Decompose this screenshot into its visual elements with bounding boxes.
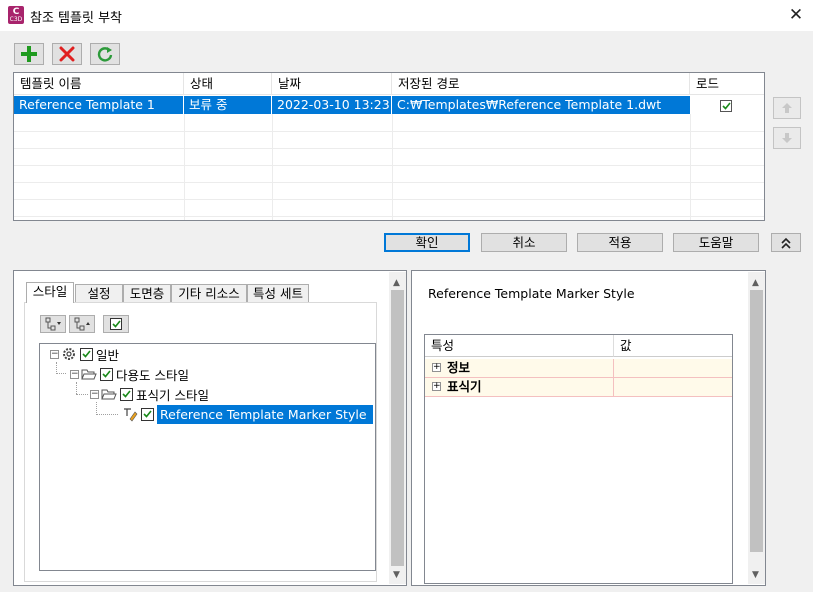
double-chevron-up-icon (781, 237, 791, 249)
check-icon (111, 320, 121, 328)
tab-settings[interactable]: 설정 (75, 284, 123, 302)
scrollbar-thumb[interactable] (750, 290, 763, 552)
plus-icon (21, 46, 37, 62)
checkbox[interactable] (141, 407, 154, 421)
scrollbar-thumb[interactable] (391, 290, 404, 566)
check-icon (143, 410, 152, 418)
remove-template-button[interactable] (52, 43, 82, 65)
up-arrow-icon (782, 103, 792, 113)
tab-styles[interactable]: 스타일 (26, 282, 74, 303)
collapse-node-icon[interactable]: − (70, 369, 79, 379)
move-down-button[interactable] (773, 127, 801, 149)
tree-node-multipurpose-styles[interactable]: − 다용도 스타일 (70, 365, 189, 383)
tab-strip: 스타일 설정 도면층 기타 리소스 특성 세트 (24, 282, 376, 303)
check-all-button[interactable] (103, 315, 129, 333)
col-header-date[interactable]: 날짜 (272, 73, 392, 95)
down-arrow-icon (782, 133, 792, 143)
ok-button[interactable]: 확인 (384, 233, 470, 252)
style-tree: − 일반 − 다용도 스타일 − 표식기 스타일 Reference Templ… (39, 343, 376, 571)
col-header-saved-path[interactable]: 저장된 경로 (392, 73, 690, 95)
check-icon (122, 390, 131, 398)
collapse-all-button[interactable] (69, 315, 95, 333)
col-header-property[interactable]: 특성 (425, 335, 614, 357)
checkbox[interactable] (120, 387, 133, 401)
tree-node-label: 일반 (96, 347, 120, 363)
tab-layers[interactable]: 도면층 (123, 284, 171, 302)
col-header-template-name[interactable]: 템플릿 이름 (14, 73, 184, 95)
expand-node-icon[interactable]: + (432, 363, 441, 372)
tree-node-marker-styles[interactable]: − 표식기 스타일 (90, 385, 209, 403)
tab-property-sets[interactable]: 특성 세트 (247, 284, 309, 302)
marker-style-icon (124, 408, 138, 422)
collapse-node-icon[interactable]: − (50, 349, 59, 359)
cell-saved-path[interactable]: C:₩Templates₩Reference Template 1.dwt (392, 96, 690, 114)
scroll-up-icon[interactable]: ▲ (752, 278, 759, 288)
checkbox[interactable] (100, 367, 113, 381)
folder-open-icon (101, 389, 117, 400)
left-panel-scrollbar[interactable]: ▲ ▼ (389, 272, 406, 584)
close-icon[interactable]: ✕ (784, 3, 808, 27)
scroll-down-icon[interactable]: ▼ (393, 570, 400, 580)
refresh-button[interactable] (90, 43, 120, 65)
cancel-button[interactable]: 취소 (481, 233, 567, 252)
window-title: 참조 템플릿 부착 (30, 11, 122, 26)
col-header-value[interactable]: 값 (614, 335, 732, 357)
expand-node-icon[interactable]: + (432, 382, 441, 391)
gear-icon (63, 348, 75, 360)
tree-node-label-selected: Reference Template Marker Style (157, 404, 373, 424)
folder-open-icon (81, 369, 97, 380)
expand-all-button[interactable] (40, 315, 66, 333)
scroll-down-icon[interactable]: ▼ (752, 570, 759, 580)
red-x-icon (59, 46, 75, 62)
property-grid: 특성 값 + 정보 + 표식기 (424, 334, 733, 584)
check-icon (102, 370, 111, 378)
property-row-marker[interactable]: + 표식기 (425, 378, 732, 397)
collapse-button[interactable] (771, 233, 801, 252)
col-header-status[interactable]: 상태 (184, 73, 272, 95)
title-bar: C C3D 참조 템플릿 부착 ✕ (0, 0, 813, 31)
scroll-up-icon[interactable]: ▲ (393, 278, 400, 288)
right-panel-scrollbar[interactable]: ▲ ▼ (748, 272, 765, 584)
tab-other-resources[interactable]: 기타 리소스 (171, 284, 247, 302)
cell-date[interactable]: 2022-03-10 13:23:51 (272, 96, 392, 114)
collapse-tree-icon (74, 317, 90, 331)
refresh-icon (97, 47, 113, 62)
check-icon (721, 102, 731, 110)
tree-node-label: 다용도 스타일 (116, 367, 189, 383)
property-label: 표식기 (447, 379, 482, 394)
property-row-info[interactable]: + 정보 (425, 359, 732, 378)
apply-button[interactable]: 적용 (577, 233, 663, 252)
move-up-button[interactable] (773, 97, 801, 119)
tree-node-general[interactable]: − 일반 (50, 345, 119, 363)
check-icon (82, 350, 91, 358)
load-checkbox[interactable] (720, 99, 732, 113)
help-button[interactable]: 도움말 (673, 233, 759, 252)
col-header-load[interactable]: 로드 (690, 73, 764, 95)
cell-template-name[interactable]: Reference Template 1 (14, 96, 184, 114)
checkbox[interactable] (80, 347, 93, 361)
expand-tree-icon (45, 317, 61, 331)
selected-style-heading: Reference Template Marker Style (428, 286, 635, 301)
civil3d-app-icon: C C3D (8, 6, 24, 24)
add-template-button[interactable] (14, 43, 44, 65)
cell-status[interactable]: 보류 중 (184, 96, 272, 114)
template-grid: 템플릿 이름 상태 날짜 저장된 경로 로드 Reference Templat… (13, 72, 765, 221)
collapse-node-icon[interactable]: − (90, 389, 99, 399)
tree-node-label: 표식기 스타일 (136, 387, 209, 403)
tree-node-reference-template-marker-style[interactable]: Reference Template Marker Style (122, 404, 373, 424)
property-label: 정보 (447, 360, 471, 375)
